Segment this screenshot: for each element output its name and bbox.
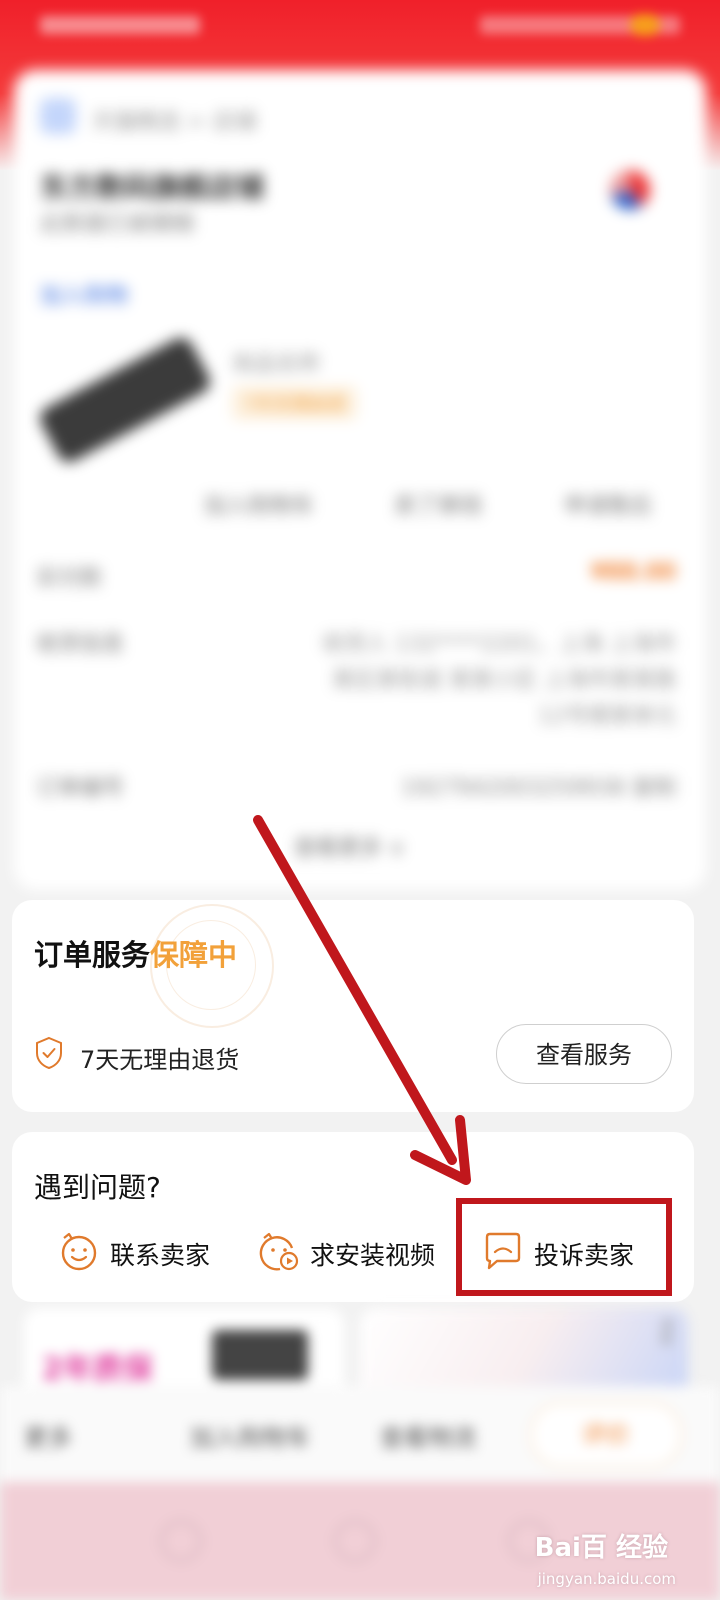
nav-back-icon[interactable] [160, 1520, 202, 1562]
more-button[interactable]: 更多 [24, 1418, 72, 1453]
brand-logo-icon [610, 170, 650, 210]
service-item-label: 7天无理由退货 [80, 1046, 240, 1074]
view-logistics-button[interactable]: 查看物流 [380, 1418, 476, 1453]
service-title-main: 订单服务 [34, 938, 151, 972]
sell-button[interactable]: 卖了换钱 [394, 488, 482, 520]
address-line-1: 收货人 132****2201，上海 上海市 [322, 632, 676, 657]
watermark-logo: Bai百 经验 [534, 1533, 668, 1563]
product-actions: 加入购物车 卖了换钱 申请售后 [194, 488, 684, 528]
product-name[interactable]: 商品名称 [232, 346, 320, 378]
battery-icon [630, 14, 660, 36]
status-bar-time [40, 16, 200, 34]
order-card: 天猫精选 > 店铺 东方数码旗舰店铺 此数据已被模糊 加入购物 商品名称 7天无… [14, 70, 706, 890]
paid-value: ¥88.00 [591, 560, 676, 585]
order-status-subtitle: 此数据已被模糊 [40, 212, 195, 237]
promo-left-text: 2年质保 [42, 1352, 153, 1387]
after-sale-button[interactable]: 申请售后 [564, 488, 652, 520]
promo-right-text: 清新 [658, 1318, 674, 1346]
shop-name: 天猫精选 > 店铺 [92, 110, 257, 135]
promo-left-image [212, 1330, 308, 1380]
order-details-blurred: 天猫精选 > 店铺 东方数码旗舰店铺 此数据已被模糊 加入购物 商品名称 7天无… [0, 60, 720, 900]
order-number-value[interactable]: 1927942003259938 复制 [401, 770, 676, 802]
paid-label: 实付款 [36, 566, 103, 591]
shield-check-icon [36, 1036, 62, 1070]
bottom-action-bar: 更多 加入购物车 查看物流 评价 [0, 1386, 720, 1482]
address-line-2: 某区某街道 某某小区 上海市某某路 [332, 668, 676, 693]
address-label: 收货信息 [36, 632, 125, 657]
order-number-label: 订单编号 [36, 776, 125, 801]
issue-title: 遇到问题? [34, 1171, 161, 1204]
review-button[interactable]: 评价 [530, 1402, 682, 1468]
more-link[interactable]: 查看更多 ∨ [294, 830, 405, 862]
add-to-cart-button[interactable]: 加入购物车 [204, 488, 314, 520]
watermark-url: jingyan.baidu.com [537, 1570, 676, 1588]
address-line-3: 12号楼某单元 [538, 704, 676, 729]
shop-icon [40, 98, 76, 134]
order-status-title: 东方数码旗舰店铺 [40, 171, 265, 204]
bottom-add-to-cart-button[interactable]: 加入购物车 [190, 1418, 310, 1453]
order-link[interactable]: 加入购物 [40, 278, 128, 310]
nav-home-icon[interactable] [334, 1520, 376, 1562]
view-service-button[interactable]: 查看服务 [496, 1024, 672, 1084]
contact-seller-label: 联系卖家 [110, 1241, 211, 1270]
status-bar [0, 0, 720, 52]
product-tag: 7天无理由退 [232, 386, 358, 420]
install-video-label: 求安装视频 [310, 1241, 436, 1270]
service-title: 订单服务保障中 [34, 932, 237, 974]
product-image[interactable] [35, 333, 215, 467]
service-status: 保障中 [150, 938, 238, 972]
smiley-face-icon [61, 1232, 97, 1271]
face-video-icon [259, 1232, 299, 1271]
service-card: 订单服务保障中 7天无理由退货 查看服务 [12, 900, 694, 1112]
annotation-highlight-box [456, 1198, 672, 1296]
